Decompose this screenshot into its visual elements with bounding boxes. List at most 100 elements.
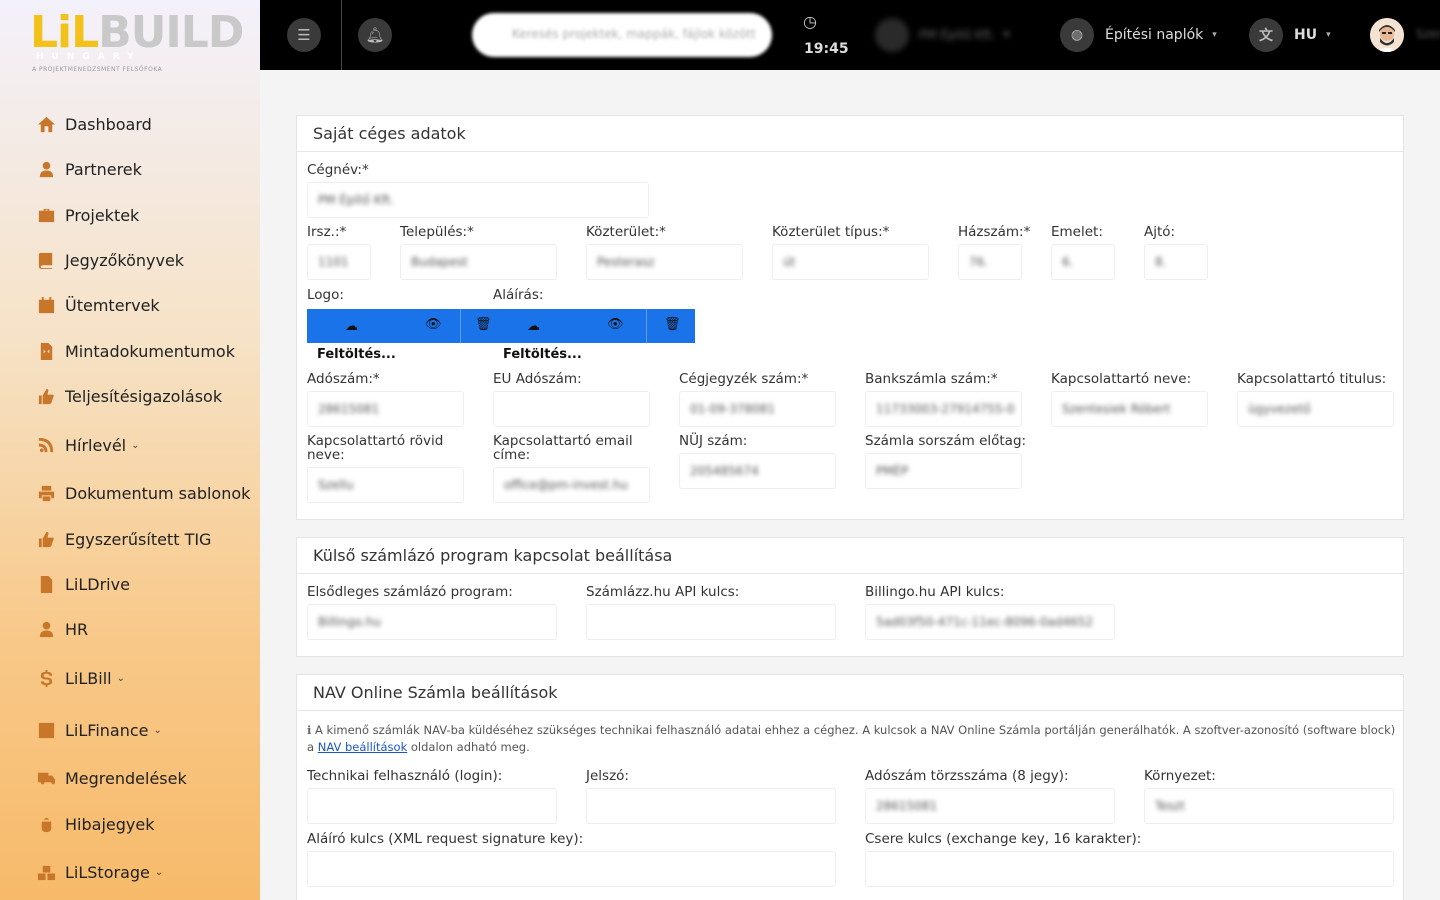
szamla-elotag-input[interactable]: PMÉP	[865, 453, 1022, 489]
bankszamla-label: Bankszámla szám:*	[865, 371, 998, 387]
cegnev-input[interactable]: PM Építő Kft.	[307, 182, 649, 218]
adoszam-input[interactable]: 28615081	[307, 391, 464, 427]
sidebar-item-label: Dashboard	[65, 115, 152, 135]
kozterulet-input[interactable]: Pesterasz	[586, 244, 743, 280]
sidebar-item-lildrive[interactable]: LiLDrive	[0, 562, 260, 607]
nav-login-input[interactable]	[307, 788, 557, 824]
avatar-image	[1370, 18, 1404, 52]
sidebar-item--temtervek[interactable]: Ütemtervek	[0, 283, 260, 328]
chevron-down-icon: ⌄	[116, 672, 125, 684]
kapcs-nev-value: Szentesiek Róbert	[1062, 402, 1171, 416]
company-selector[interactable]: PM Építő Kft. ▾	[875, 18, 1009, 52]
sidebar-item-lilfinance[interactable]: LiLFinance ⌄	[0, 704, 260, 756]
sidebar-item-egyszer-s-tett-tig[interactable]: Egyszerűsített TIG	[0, 516, 260, 561]
nav-info-text: ℹ A kimenő számlák NAV-ba küldéséhez szü…	[307, 722, 1397, 756]
adoszam-label: Adószám:*	[307, 371, 380, 387]
user-name[interactable]: Szer	[1416, 27, 1440, 41]
kapcs-nev-input[interactable]: Szentesiek Róbert	[1051, 391, 1208, 427]
billingo-api-input[interactable]: 5ad03f50-471c-11ec-8096-0ad4652	[865, 604, 1115, 640]
sidebar-item-lilstorage[interactable]: LiLStorage ⌄	[0, 847, 260, 899]
thumbs-up-icon	[35, 529, 57, 549]
logo-upload-status: Feltöltés...	[317, 347, 396, 362]
nav-taxnumber-input[interactable]: 28615081	[865, 788, 1115, 824]
nav-environment-label: Környezet:	[1144, 768, 1216, 784]
sidebar-item-dokumentum-sablonok[interactable]: Dokumentum sablonok	[0, 471, 260, 516]
cloud-upload-icon[interactable]: ☁	[345, 319, 358, 334]
bankszamla-input[interactable]: 11733003-27914755-0	[865, 391, 1022, 427]
nav-signature-key-label: Aláíró kulcs (XML request signature key)…	[307, 831, 584, 847]
kapcs-titulus-input[interactable]: ügyvezető	[1237, 391, 1394, 427]
sidebar-item-teljes-t-sigazol-sok[interactable]: Teljesítésigazolások	[0, 374, 260, 419]
hazszam-value: 76.	[969, 255, 989, 269]
sidebar-item-label: Egyszerűsített TIG	[65, 529, 212, 549]
sidebar-item-h-rlev-l[interactable]: Hírlevél ⌄	[0, 419, 260, 471]
hazszam-input[interactable]: 76.	[958, 244, 1022, 280]
emelet-value: 6.	[1062, 255, 1074, 269]
kapcs-nev-label: Kapcsolattartó neve:	[1051, 371, 1192, 387]
trash-icon[interactable]: 🗑︎	[475, 317, 492, 332]
trash-icon: 🗑︎	[664, 317, 681, 332]
sidebar-item-hr[interactable]: HR	[0, 607, 260, 652]
szamlazz-api-input[interactable]	[586, 604, 836, 640]
kapcs-rovid-label: Kapcsolattartó rövid neve:	[307, 433, 444, 463]
kozterulet-tipus-input[interactable]: út	[772, 244, 929, 280]
eye-icon[interactable]: 👁︎	[425, 317, 442, 332]
current-time: 19:45	[804, 41, 849, 57]
sidebar-nav: Dashboard Partnerek Projektek Jegyzőkönyvek…	[0, 102, 260, 899]
telepules-value: Budapest	[411, 255, 468, 269]
logo-label: Logo:	[307, 287, 344, 303]
notifications-button[interactable]: 🔔︎	[358, 18, 392, 52]
nav-card-title: NAV Online Számla beállítások	[297, 675, 1403, 711]
sidebar-item-label: Hírlevél	[65, 435, 127, 455]
sidebar-item-megrendel-sek[interactable]: Megrendelések	[0, 756, 260, 801]
primary-billing-select[interactable]: Billingo.hu	[307, 604, 557, 640]
eye-icon[interactable]: 👁︎	[607, 317, 624, 332]
logo-upload-group: ☁ 👁︎	[307, 309, 460, 343]
eu-adoszam-label: EU Adószám:	[493, 371, 582, 387]
sidebar-item-partnerek[interactable]: Partnerek	[0, 147, 260, 192]
user-avatar[interactable]	[1370, 18, 1404, 52]
sidebar-item-label: Partnerek	[65, 160, 142, 180]
sidebar-item-label: LiLDrive	[65, 574, 130, 594]
telepules-input[interactable]: Budapest	[400, 244, 557, 280]
sidebar-item-mintadokumentumok[interactable]: Mintadokumentumok	[0, 328, 260, 373]
irsz-input[interactable]: 1101	[307, 244, 371, 280]
nav-environment-select[interactable]: Teszt	[1144, 788, 1394, 824]
nav-password-input[interactable]	[586, 788, 836, 824]
search-input[interactable]: Keresés projektek, mappák, fájlok között	[472, 13, 772, 57]
company-data-card: Saját céges adatok Cégnév:* PM Építő Kft…	[296, 115, 1404, 520]
cloud-upload-icon[interactable]: ☁	[527, 319, 540, 334]
briefcase-icon	[35, 205, 57, 225]
kozterulet-tipus-label: Közterület típus:*	[772, 224, 890, 240]
info-icon: ℹ	[307, 723, 312, 737]
ajto-value: 8.	[1155, 255, 1167, 269]
nav-settings-link[interactable]: NAV beállítások	[318, 740, 408, 754]
language-selector[interactable]: 文 HU ▾	[1249, 18, 1331, 52]
kozterulet-tipus-value: út	[783, 255, 796, 269]
kapcs-email-input[interactable]: office@pm-invest.hu	[493, 467, 650, 503]
kapcs-titulus-value: ügyvezető	[1248, 402, 1311, 416]
menu-toggle-button[interactable]: ☰	[287, 18, 321, 52]
sidebar-item-hibajegyek[interactable]: Hibajegyek	[0, 802, 260, 847]
szamla-elotag-value: PMÉP	[876, 464, 909, 478]
file-code-icon	[35, 341, 57, 361]
ajto-input[interactable]: 8.	[1144, 244, 1208, 280]
sidebar-item-projektek[interactable]: Projektek	[0, 193, 260, 238]
nav-signature-key-input[interactable]	[307, 851, 836, 887]
nav-password-label: Jelszó:	[586, 768, 629, 784]
emelet-input[interactable]: 6.	[1051, 244, 1115, 280]
app-logo[interactable]: LiLBUILD HUNGARY A PROJEKTMENEDZSMENT FE…	[30, 8, 244, 76]
signature-upload-status: Feltöltés...	[503, 347, 582, 362]
sidebar-item-jegyz-k-nyvek[interactable]: Jegyzőkönyvek	[0, 238, 260, 283]
eu-adoszam-input[interactable]	[493, 391, 650, 427]
cegjegyzek-input[interactable]: 01-09-378081	[679, 391, 836, 427]
construction-logs-dropdown[interactable]: ◍ Építési naplók ▾	[1060, 18, 1217, 52]
sidebar-item-dashboard[interactable]: Dashboard	[0, 102, 260, 147]
kapcs-rovid-input[interactable]: Szellu	[307, 467, 464, 503]
signature-delete-button[interactable]: 🗑︎	[647, 309, 695, 343]
thumbs-up-icon	[35, 386, 57, 406]
kozterulet-value: Pesterasz	[597, 255, 655, 269]
nuj-input[interactable]: 205485674	[679, 453, 836, 489]
nav-exchange-key-input[interactable]	[865, 851, 1394, 887]
sidebar-item-lilbill[interactable]: LiLBill ⌄	[0, 652, 260, 704]
